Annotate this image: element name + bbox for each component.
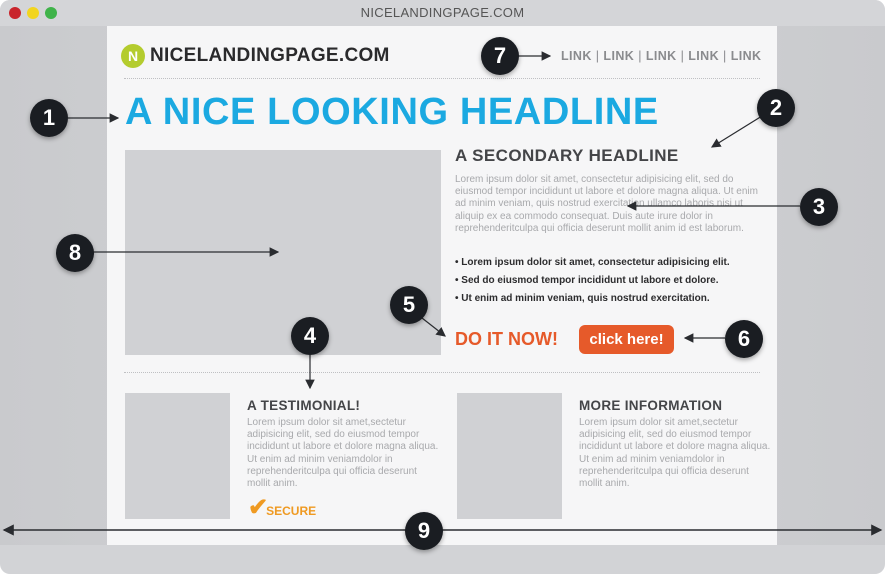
arrow-5 (421, 317, 446, 337)
callout-2: 2 (757, 89, 795, 127)
callout-4: 4 (291, 317, 329, 355)
callout-3: 3 (800, 188, 838, 226)
callout-6: 6 (725, 320, 763, 358)
callout-8: 8 (56, 234, 94, 272)
callout-1: 1 (30, 99, 68, 137)
callout-5: 5 (390, 286, 428, 324)
callout-7: 7 (481, 37, 519, 75)
callout-9: 9 (405, 512, 443, 550)
browser-window: NICELANDINGPAGE.COM N NICELANDINGPAGE.CO… (0, 0, 885, 574)
annotation-arrows (2, 51, 883, 536)
arrow-2 (710, 115, 763, 148)
